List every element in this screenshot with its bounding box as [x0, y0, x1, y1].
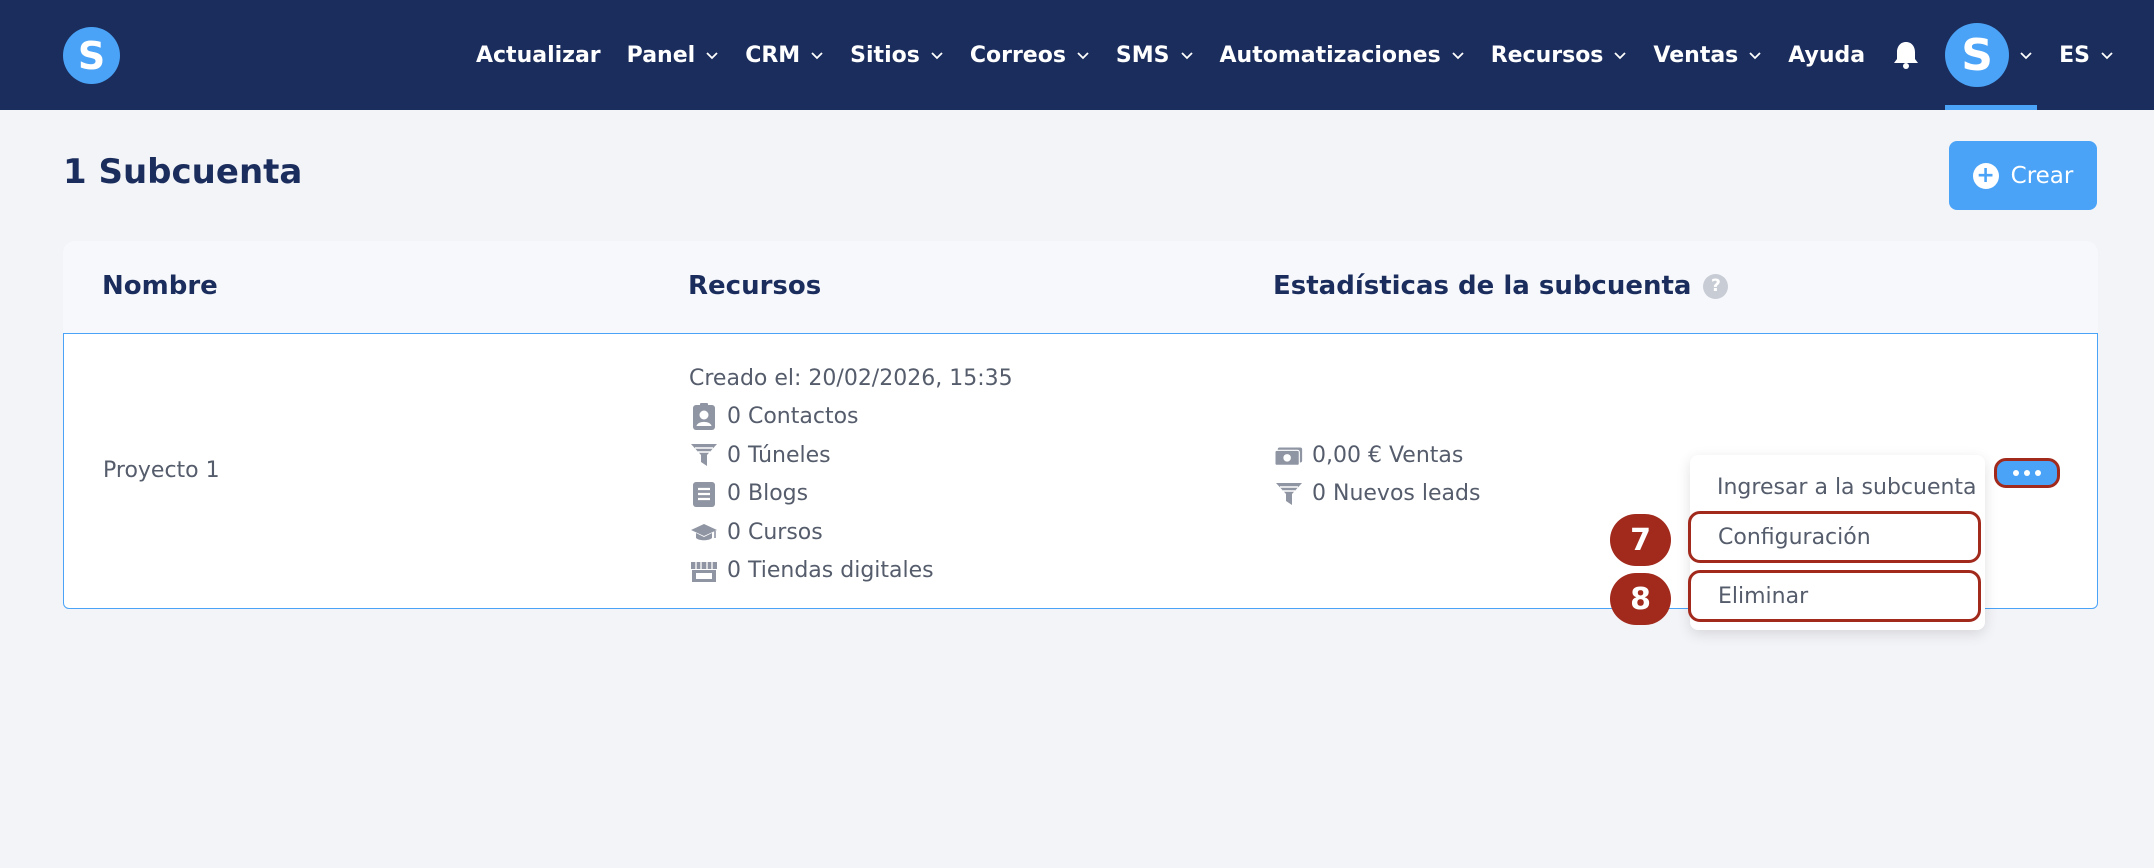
header-name: Nombre: [102, 271, 218, 301]
chevron-down-icon: [1077, 52, 1089, 60]
resource-item-courses: 0 Cursos: [689, 513, 1013, 552]
user-menu[interactable]: S: [1945, 0, 2038, 110]
graduation-cap-icon: [689, 517, 719, 547]
page-title: 1 Subcuenta: [63, 152, 303, 192]
nav-item-label: SMS: [1115, 42, 1170, 68]
nav-item-label: CRM: [745, 42, 801, 68]
create-button-label: Crear: [2010, 162, 2074, 189]
created-date-text: Creado el: 20/02/2026, 15:35: [689, 365, 1013, 391]
stats-cell: 0,00 € Ventas 0 Nuevos leads: [1274, 436, 1480, 513]
resource-item-blogs: 0 Blogs: [689, 475, 1013, 514]
header-resources: Recursos: [688, 271, 822, 301]
nav-item-recursos[interactable]: Recursos: [1491, 43, 1628, 68]
money-icon: [1274, 440, 1304, 470]
header-stats-label: Estadísticas de la subcuenta: [1273, 271, 1692, 301]
table-header: Nombre Recursos Estadísticas de la subcu…: [63, 241, 2098, 333]
nav-item-label: Panel: [626, 42, 696, 68]
blog-icon: [689, 479, 719, 509]
brand-logo[interactable]: S: [63, 27, 120, 84]
nav-item-label: Automatizaciones: [1219, 42, 1441, 68]
resource-item-stores: 0 Tiendas digitales: [689, 552, 1013, 591]
ellipsis-icon: [2013, 470, 2041, 476]
bell-icon: [1894, 42, 1919, 69]
resources-cell: Creado el: 20/02/2026, 15:35 0 Contactos…: [689, 359, 1013, 590]
active-indicator: [1945, 105, 2038, 110]
stat-item-leads: 0 Nuevos leads: [1274, 475, 1480, 514]
nav-item-ayuda[interactable]: Ayuda: [1788, 43, 1865, 68]
resource-label: 0 Tiendas digitales: [727, 558, 934, 584]
nav-item-label: Correos: [969, 42, 1066, 68]
create-button[interactable]: + Crear: [1949, 141, 2097, 210]
chevron-down-icon: [1180, 52, 1193, 60]
nav-item-label: Ventas: [1653, 42, 1739, 68]
nav-item-sitios[interactable]: Sitios: [850, 43, 944, 68]
stat-label: 0,00 € Ventas: [1312, 442, 1464, 468]
header-stats: Estadísticas de la subcuenta ?: [1273, 271, 1729, 301]
step-badge-7: 7: [1610, 514, 1671, 566]
nav-item-crm[interactable]: CRM: [745, 43, 824, 68]
help-icon[interactable]: ?: [1703, 273, 1729, 299]
language-label: ES: [2059, 42, 2090, 68]
resource-item-funnels: 0 Túneles: [689, 436, 1013, 475]
menu-item-label: Ingresar a la subcuenta: [1717, 474, 1977, 500]
chevron-down-icon: [1749, 52, 1761, 60]
created-date: Creado el: 20/02/2026, 15:35: [689, 359, 1013, 398]
row-actions-menu: Ingresar a la subcuenta Configuración El…: [1688, 455, 1985, 630]
chevron-down-icon: [1452, 52, 1464, 60]
nav-item-ventas[interactable]: Ventas: [1653, 43, 1762, 68]
language-selector[interactable]: ES: [2059, 43, 2114, 68]
contacts-icon: [689, 402, 719, 432]
chevron-down-icon: [706, 52, 718, 60]
chevron-down-icon: [2101, 52, 2113, 60]
more-options-button[interactable]: [1994, 458, 2060, 488]
resource-item-contacts: 0 Contactos: [689, 398, 1013, 437]
funnel-icon: [1274, 479, 1304, 509]
stat-item-sales: 0,00 € Ventas: [1274, 436, 1480, 475]
chevron-down-icon: [931, 52, 943, 60]
funnel-icon: [689, 440, 719, 470]
chevron-down-icon: [2020, 52, 2032, 60]
nav-item-label: Recursos: [1490, 42, 1604, 68]
resource-label: 0 Contactos: [727, 404, 859, 430]
nav-item-sms[interactable]: SMS: [1116, 43, 1194, 68]
menu-item-label: Configuración: [1718, 524, 1871, 550]
nav-item-label: Sitios: [850, 42, 920, 68]
resource-label: 0 Blogs: [727, 481, 809, 507]
stat-label: 0 Nuevos leads: [1312, 481, 1481, 507]
top-navbar: S Actualizar Panel CRM Sitios Correos SM…: [0, 0, 2154, 110]
nav-item-correos[interactable]: Correos: [970, 43, 1090, 68]
nav-item-actualizar[interactable]: Actualizar: [476, 43, 601, 68]
nav-item-panel[interactable]: Panel: [627, 43, 720, 68]
plus-icon: +: [1972, 162, 1999, 189]
notifications-bell-icon[interactable]: [1891, 40, 1921, 70]
menu-item-settings[interactable]: Configuración: [1688, 511, 1981, 563]
menu-item-enter-subaccount[interactable]: Ingresar a la subcuenta: [1690, 467, 1985, 507]
avatar[interactable]: S: [1945, 23, 2010, 87]
nav-item-label: Ayuda: [1788, 42, 1866, 68]
resource-label: 0 Cursos: [727, 519, 823, 545]
step-badge-8: 8: [1610, 573, 1671, 625]
nav-item-label: Actualizar: [475, 42, 601, 68]
nav-item-automatizaciones[interactable]: Automatizaciones: [1220, 43, 1465, 68]
menu-item-delete[interactable]: Eliminar: [1688, 570, 1981, 622]
subaccount-name: Proyecto 1: [103, 458, 220, 483]
chevron-down-icon: [811, 52, 823, 60]
menu-item-label: Eliminar: [1718, 583, 1809, 609]
resource-label: 0 Túneles: [727, 442, 831, 468]
chevron-down-icon: [1614, 52, 1627, 60]
nav-menu: Actualizar Panel CRM Sitios Correos SMS …: [450, 0, 2114, 110]
store-icon: [689, 556, 719, 586]
